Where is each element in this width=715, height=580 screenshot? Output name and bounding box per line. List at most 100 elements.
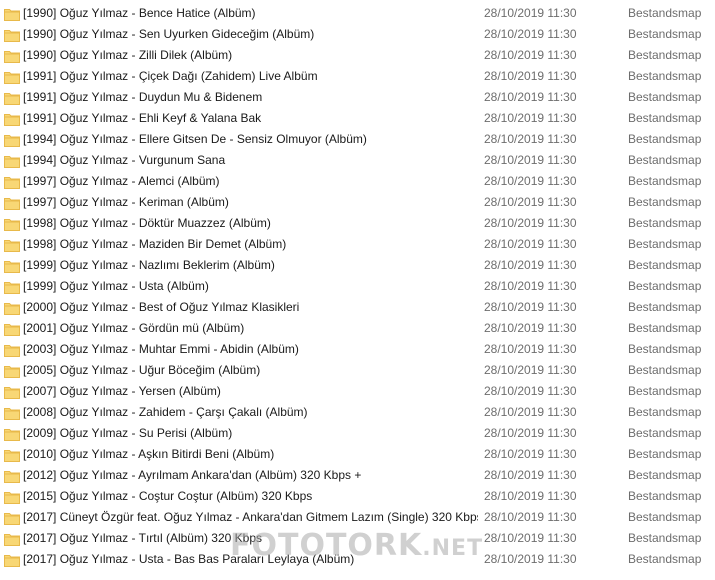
folder-name[interactable]: [2007] Oğuz Yılmaz - Yersen (Albüm) [23, 381, 478, 402]
folder-name[interactable]: [1991] Oğuz Yılmaz - Çiçek Dağı (Zahidem… [23, 66, 478, 87]
folder-row[interactable]: [1994] Oğuz Yılmaz - Ellere Gitsen De - … [0, 129, 715, 150]
folder-icon [4, 133, 20, 147]
item-type: Bestandsmap [628, 48, 702, 62]
folder-row[interactable]: [2015] Oğuz Yılmaz - Coştur Coştur (Albü… [0, 486, 715, 507]
item-type: Bestandsmap [628, 216, 702, 230]
item-type: Bestandsmap [628, 384, 702, 398]
folder-name[interactable]: [1998] Oğuz Yılmaz - Döktür Muazzez (Alb… [23, 213, 478, 234]
date-modified: 28/10/2019 11:30 [484, 447, 577, 461]
date-modified: 28/10/2019 11:30 [484, 552, 577, 566]
date-modified: 28/10/2019 11:30 [484, 27, 577, 41]
folder-name[interactable]: [2003] Oğuz Yılmaz - Muhtar Emmi - Abidi… [23, 339, 478, 360]
folder-icon [4, 112, 20, 126]
folder-icon [4, 490, 20, 504]
folder-icon [4, 406, 20, 420]
folder-row[interactable]: [2007] Oğuz Yılmaz - Yersen (Albüm) 28/10… [0, 381, 715, 402]
date-modified: 28/10/2019 11:30 [484, 69, 577, 83]
item-type: Bestandsmap [628, 489, 702, 503]
folder-name[interactable]: [2012] Oğuz Yılmaz - Ayrılmam Ankara'dan… [23, 465, 478, 486]
folder-row[interactable]: [1990] Oğuz Yılmaz - Zilli Dilek (Albüm)… [0, 45, 715, 66]
folder-row[interactable]: [2005] Oğuz Yılmaz - Uğur Böceğim (Albüm… [0, 360, 715, 381]
folder-row[interactable]: [1994] Oğuz Yılmaz - Vurgunum Sana 28/10/… [0, 150, 715, 171]
folder-name[interactable]: [1997] Oğuz Yılmaz - Alemci (Albüm) [23, 171, 478, 192]
folder-row[interactable]: [2017] Oğuz Yılmaz - Usta - Bas Bas Para… [0, 549, 715, 570]
item-type: Bestandsmap [628, 174, 702, 188]
folder-icon [4, 385, 20, 399]
folder-name[interactable]: [2015] Oğuz Yılmaz - Coştur Coştur (Albü… [23, 486, 478, 507]
folder-icon [4, 259, 20, 273]
date-modified: 28/10/2019 11:30 [484, 489, 577, 503]
date-modified: 28/10/2019 11:30 [484, 405, 577, 419]
folder-name[interactable]: [1991] Oğuz Yılmaz - Duydun Mu & Bidenem [23, 87, 478, 108]
folder-icon [4, 532, 20, 546]
folder-icon [4, 196, 20, 210]
folder-row[interactable]: [2003] Oğuz Yılmaz - Muhtar Emmi - Abidi… [0, 339, 715, 360]
folder-row[interactable]: [1990] Oğuz Yılmaz - Sen Uyurken Gideceğ… [0, 24, 715, 45]
file-list: [1990] Oğuz Yılmaz - Bence Hatice (Albüm… [0, 3, 715, 570]
folder-row[interactable]: [1991] Oğuz Yılmaz - Ehli Keyf & Yalana … [0, 108, 715, 129]
date-modified: 28/10/2019 11:30 [484, 132, 577, 146]
folder-name[interactable]: [1990] Oğuz Yılmaz - Bence Hatice (Albüm… [23, 3, 478, 24]
folder-row[interactable]: [2000] Oğuz Yılmaz - Best of Oğuz Yılmaz… [0, 297, 715, 318]
item-type: Bestandsmap [628, 405, 702, 419]
folder-row[interactable]: [2012] Oğuz Yılmaz - Ayrılmam Ankara'dan… [0, 465, 715, 486]
item-type: Bestandsmap [628, 426, 702, 440]
date-modified: 28/10/2019 11:30 [484, 153, 577, 167]
folder-name[interactable]: [1999] Oğuz Yılmaz - Usta (Albüm) [23, 276, 478, 297]
folder-icon [4, 154, 20, 168]
date-modified: 28/10/2019 11:30 [484, 363, 577, 377]
folder-name[interactable]: [2001] Oğuz Yılmaz - Gördün mü (Albüm) [23, 318, 478, 339]
folder-name[interactable]: [1994] Oğuz Yılmaz - Ellere Gitsen De - … [23, 129, 478, 150]
folder-row[interactable]: [1991] Oğuz Yılmaz - Duydun Mu & Bidenem… [0, 87, 715, 108]
folder-name[interactable]: [2010] Oğuz Yılmaz - Aşkın Bitirdi Beni … [23, 444, 478, 465]
folder-row[interactable]: [1990] Oğuz Yılmaz - Bence Hatice (Albüm… [0, 3, 715, 24]
folder-row[interactable]: [1999] Oğuz Yılmaz - Nazlımı Beklerim (A… [0, 255, 715, 276]
folder-row[interactable]: [2009] Oğuz Yılmaz - Su Perisi (Albüm) 28… [0, 423, 715, 444]
folder-row[interactable]: [1998] Oğuz Yılmaz - Döktür Muazzez (Alb… [0, 213, 715, 234]
folder-name[interactable]: [2000] Oğuz Yılmaz - Best of Oğuz Yılmaz… [23, 297, 478, 318]
date-modified: 28/10/2019 11:30 [484, 48, 577, 62]
folder-row[interactable]: [1997] Oğuz Yılmaz - Keriman (Albüm) 28/1… [0, 192, 715, 213]
folder-name[interactable]: [2017] Oğuz Yılmaz - Tırtıl (Albüm) 320 … [23, 528, 478, 549]
item-type: Bestandsmap [628, 6, 702, 20]
item-type: Bestandsmap [628, 300, 702, 314]
folder-icon [4, 364, 20, 378]
folder-row[interactable]: [1999] Oğuz Yılmaz - Usta (Albüm) 28/10/2… [0, 276, 715, 297]
folder-name[interactable]: [2017] Oğuz Yılmaz - Usta - Bas Bas Para… [23, 549, 478, 570]
item-type: Bestandsmap [628, 321, 702, 335]
folder-name[interactable]: [1997] Oğuz Yılmaz - Keriman (Albüm) [23, 192, 478, 213]
folder-row[interactable]: [2008] Oğuz Yılmaz - Zahidem - Çarşı Çak… [0, 402, 715, 423]
item-type: Bestandsmap [628, 90, 702, 104]
folder-icon [4, 427, 20, 441]
item-type: Bestandsmap [628, 510, 702, 524]
item-type: Bestandsmap [628, 363, 702, 377]
date-modified: 28/10/2019 11:30 [484, 300, 577, 314]
folder-name[interactable]: [1990] Oğuz Yılmaz - Sen Uyurken Gideceğ… [23, 24, 478, 45]
date-modified: 28/10/2019 11:30 [484, 510, 577, 524]
folder-name[interactable]: [2009] Oğuz Yılmaz - Su Perisi (Albüm) [23, 423, 478, 444]
folder-name[interactable]: [1998] Oğuz Yılmaz - Maziden Bir Demet (… [23, 234, 478, 255]
folder-icon [4, 553, 20, 567]
folder-name[interactable]: [2017] Cüneyt Özgür feat. Oğuz Yılmaz - … [23, 507, 478, 528]
folder-name[interactable]: [1991] Oğuz Yılmaz - Ehli Keyf & Yalana … [23, 108, 478, 129]
folder-icon [4, 217, 20, 231]
date-modified: 28/10/2019 11:30 [484, 111, 577, 125]
folder-row[interactable]: [2001] Oğuz Yılmaz - Gördün mü (Albüm) 28… [0, 318, 715, 339]
folder-row[interactable]: [1991] Oğuz Yılmaz - Çiçek Dağı (Zahidem… [0, 66, 715, 87]
folder-row[interactable]: [1997] Oğuz Yılmaz - Alemci (Albüm) 28/10… [0, 171, 715, 192]
item-type: Bestandsmap [628, 195, 702, 209]
folder-icon [4, 448, 20, 462]
item-type: Bestandsmap [628, 468, 702, 482]
folder-name[interactable]: [2005] Oğuz Yılmaz - Uğur Böceğim (Albüm… [23, 360, 478, 381]
folder-icon [4, 7, 20, 21]
folder-name[interactable]: [1990] Oğuz Yılmaz - Zilli Dilek (Albüm) [23, 45, 478, 66]
folder-row[interactable]: [2017] Oğuz Yılmaz - Tırtıl (Albüm) 320 … [0, 528, 715, 549]
folder-name[interactable]: [1994] Oğuz Yılmaz - Vurgunum Sana [23, 150, 478, 171]
folder-row[interactable]: [1998] Oğuz Yılmaz - Maziden Bir Demet (… [0, 234, 715, 255]
date-modified: 28/10/2019 11:30 [484, 279, 577, 293]
folder-name[interactable]: [2008] Oğuz Yılmaz - Zahidem - Çarşı Çak… [23, 402, 478, 423]
folder-name[interactable]: [1999] Oğuz Yılmaz - Nazlımı Beklerim (A… [23, 255, 478, 276]
folder-icon [4, 343, 20, 357]
folder-row[interactable]: [2017] Cüneyt Özgür feat. Oğuz Yılmaz - … [0, 507, 715, 528]
folder-row[interactable]: [2010] Oğuz Yılmaz - Aşkın Bitirdi Beni … [0, 444, 715, 465]
